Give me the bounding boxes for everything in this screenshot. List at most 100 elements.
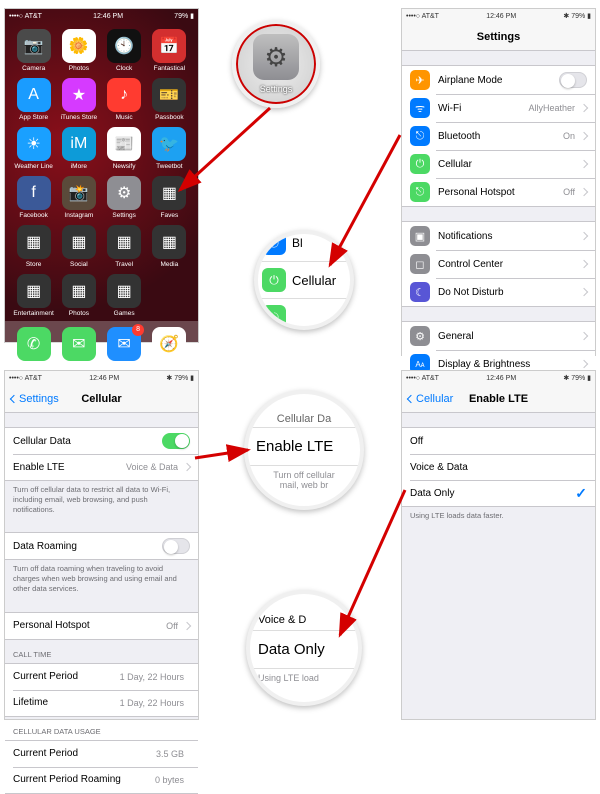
app-photos[interactable]: 🌼Photos: [58, 29, 99, 72]
data-roaming-toggle[interactable]: [162, 538, 190, 554]
row-notifications[interactable]: ▣ Notifications: [402, 222, 595, 250]
badge: 8: [132, 324, 144, 336]
app-icon: A: [17, 78, 51, 112]
settings-app-icon: ⚙: [253, 34, 299, 80]
chevron-right-icon: [580, 332, 588, 340]
back-button[interactable]: Cellular: [402, 393, 453, 405]
zoom-bubble-data-only: Voice & D Data Only Using LTE load: [246, 590, 362, 706]
row-cellular-data[interactable]: Cellular Data: [5, 428, 198, 454]
app-icon: ▦: [17, 225, 51, 259]
row-do-not-disturb[interactable]: ☾ Do Not Disturb: [402, 278, 595, 306]
dock-app-mail[interactable]: ✉8Mail: [104, 327, 145, 370]
app-camera[interactable]: 📷Camera: [13, 29, 54, 72]
dock-app-messages[interactable]: ✉Messages: [58, 327, 99, 370]
row-enable-lte[interactable]: Enable LTE Voice & Data: [5, 454, 198, 480]
app-icon: 🕙: [107, 29, 141, 63]
group-data-usage: Current Period 3.5 GB Current Period Roa…: [5, 740, 198, 794]
app-games[interactable]: ▦Games: [104, 274, 145, 317]
app-photos[interactable]: ▦Photos: [58, 274, 99, 317]
cellular-data-toggle[interactable]: [162, 433, 190, 449]
app-media[interactable]: ▦Media: [149, 225, 190, 268]
wifi-icon: ᯤ: [410, 98, 430, 118]
app-icon: ✆: [17, 327, 51, 361]
app-label: Entertainment: [13, 310, 53, 317]
app-clock[interactable]: 🕙Clock: [104, 29, 145, 72]
app-social[interactable]: ▦Social: [58, 225, 99, 268]
app-instagram[interactable]: 📸Instagram: [58, 176, 99, 219]
chevron-right-icon: [580, 288, 588, 296]
app-label: Camera: [22, 65, 45, 72]
row-hotspot[interactable]: Personal Hotspot Off: [5, 613, 198, 639]
bluetooth-icon: ⎋: [262, 231, 286, 255]
app-label: Faves: [161, 212, 179, 219]
checkmark-icon: ✓: [575, 485, 587, 502]
panel-cellular: ••••○ AT&T 12:46 PM ✱ 79% ▮ Settings Cel…: [4, 370, 199, 720]
navbar-settings: Settings: [402, 23, 595, 51]
dnd-icon: ☾: [410, 282, 430, 302]
app-label: Store: [26, 261, 42, 268]
app-itunes-store[interactable]: ★iTunes Store: [58, 78, 99, 121]
row-airplane-mode[interactable]: ✈ Airplane Mode: [402, 66, 595, 94]
app-store[interactable]: ▦ Store: [13, 225, 54, 268]
row-cellular[interactable]: ⏻ Cellular: [402, 150, 595, 178]
row-personal-hotspot[interactable]: ⎋ Personal Hotspot Off: [402, 178, 595, 206]
app-app-store[interactable]: A App Store: [13, 78, 54, 121]
app-weather-line[interactable]: ☀ Weather Line: [13, 127, 54, 170]
group-notifs: ▣ Notifications ◻ Control Center ☾ Do No…: [402, 221, 595, 307]
chevron-right-icon: [580, 132, 588, 140]
app-music[interactable]: ♪Music: [104, 78, 145, 121]
app-label: Instagram: [64, 212, 93, 219]
status-bar: ••••○ AT&T 12:46 PM ✱ 79% ▮: [402, 371, 595, 385]
airplane-toggle[interactable]: [559, 72, 587, 88]
app-newsify[interactable]: 📰Newsify: [104, 127, 145, 170]
dock-app-phone[interactable]: ✆Phone: [13, 327, 54, 370]
row-control-center[interactable]: ◻ Control Center: [402, 250, 595, 278]
chevron-right-icon: [580, 260, 588, 268]
app-faves[interactable]: ▦ Faves: [149, 176, 190, 219]
chevron-right-icon: [183, 463, 191, 471]
chevron-right-icon: [580, 360, 588, 368]
app-imore[interactable]: iMiMore: [58, 127, 99, 170]
notifications-icon: ▣: [410, 226, 430, 246]
dock-app-safari[interactable]: 🧭Safari: [149, 327, 190, 370]
row-general[interactable]: ⚙ General: [402, 322, 595, 350]
zoom-bubble-cellular: ⎋ Bl ⏻ Cellular ⎋: [254, 230, 354, 330]
bluetooth-icon: ⎋: [410, 126, 430, 146]
app-settings[interactable]: ⚙Settings: [104, 176, 145, 219]
back-button[interactable]: Settings: [5, 393, 59, 405]
group-call-time: Current Period 1 Day, 22 Hours Lifetime …: [5, 663, 198, 717]
app-travel[interactable]: ▦Travel: [104, 225, 145, 268]
app-entertainment[interactable]: ▦Entertainment: [13, 274, 54, 317]
data-only-label: Data Only: [250, 631, 358, 669]
app-label: App Store: [19, 114, 48, 121]
app-icon: ▦: [152, 176, 186, 210]
app-fantastical[interactable]: 📅Fantastical: [149, 29, 190, 72]
row-lte-voice-data[interactable]: Voice & Data: [402, 454, 595, 480]
chevron-right-icon: [580, 160, 588, 168]
app-passbook[interactable]: 🎫Passbook: [149, 78, 190, 121]
row-lte-off[interactable]: Off: [402, 428, 595, 454]
app-label: Facebook: [19, 212, 48, 219]
app-label: Tweetbot: [156, 163, 182, 170]
app-icon: ▦: [62, 274, 96, 308]
app-label: Settings: [112, 212, 136, 219]
app-label: Mail: [118, 363, 130, 370]
app-icon: 🧭: [152, 327, 186, 361]
footnote-cellular-data: Turn off cellular data to restrict all d…: [5, 481, 198, 518]
chevron-right-icon: [580, 104, 588, 112]
group-lte-options: OffVoice & DataData Only✓: [402, 427, 595, 507]
app-tweetbot[interactable]: 🐦Tweetbot: [149, 127, 190, 170]
row-wifi[interactable]: ᯤ Wi-Fi AllyHeather: [402, 94, 595, 122]
app-facebook[interactable]: fFacebook: [13, 176, 54, 219]
app-icon: ▦: [62, 225, 96, 259]
row-usage-current: Current Period 3.5 GB: [5, 741, 198, 767]
general-icon: ⚙: [410, 326, 430, 346]
row-data-roaming[interactable]: Data Roaming: [5, 533, 198, 559]
app-icon: ☀: [17, 127, 51, 161]
app-icon: 📰: [107, 127, 141, 161]
group-hotspot: Personal Hotspot Off: [5, 612, 198, 640]
row-lte-data-only[interactable]: Data Only✓: [402, 480, 595, 506]
row-bluetooth[interactable]: ⎋ Bluetooth On: [402, 122, 595, 150]
app-label: Weather Line: [14, 163, 53, 170]
app-icon: ✉: [62, 327, 96, 361]
